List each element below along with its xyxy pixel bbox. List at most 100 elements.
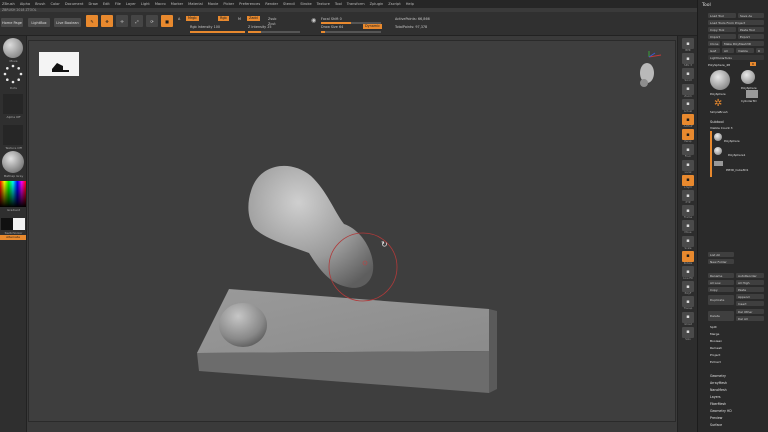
z-intensity-slider[interactable] bbox=[248, 31, 300, 33]
sphere-object[interactable] bbox=[219, 303, 267, 347]
menu-item-draw[interactable]: Draw bbox=[88, 2, 97, 6]
shelf-frame-button[interactable]: ▪ bbox=[682, 205, 694, 217]
shelf-xyz-button[interactable]: ▪ bbox=[682, 190, 694, 201]
r-tool-button[interactable]: R bbox=[750, 62, 757, 66]
rename-button[interactable]: Rename bbox=[708, 273, 734, 278]
section-fibermesh[interactable]: FiberMesh bbox=[710, 402, 726, 406]
visible-button[interactable]: Visible bbox=[736, 48, 754, 53]
secondary-color-swatch[interactable] bbox=[13, 218, 25, 230]
load-tools-project-button[interactable]: Load Tools From Project bbox=[708, 20, 764, 25]
draw-size-slider[interactable] bbox=[321, 31, 381, 33]
shelf-actual-button[interactable]: ▪ bbox=[682, 98, 694, 110]
menu-item-zplugin[interactable]: Zplugin bbox=[370, 2, 384, 6]
list-all-button[interactable]: List All bbox=[708, 252, 734, 257]
navigation-head-icon[interactable] bbox=[629, 51, 669, 91]
zadd-button[interactable]: Zadd bbox=[247, 16, 260, 21]
menu-item-zscript[interactable]: Zscript bbox=[388, 2, 400, 6]
alternate-button[interactable]: Alternate bbox=[0, 235, 26, 240]
shelf-polyf-button[interactable]: ▪ bbox=[682, 281, 694, 293]
menu-item-document[interactable]: Document bbox=[65, 2, 84, 6]
tool-thumb-cylinder[interactable] bbox=[746, 90, 758, 98]
load-tool-button[interactable]: Load Tool bbox=[708, 13, 736, 18]
m-button[interactable]: M bbox=[238, 17, 241, 21]
home-page-button[interactable]: Home Page bbox=[1, 18, 23, 27]
scale-button[interactable]: ⤢ bbox=[131, 15, 143, 27]
menu-item-stencil[interactable]: Stencil bbox=[283, 2, 295, 6]
menu-item-light[interactable]: Light bbox=[141, 2, 150, 6]
simplebrush-icon[interactable]: ✲ bbox=[714, 99, 726, 109]
duplicate-button[interactable]: Duplicate bbox=[708, 295, 734, 305]
delete-button[interactable]: Delete bbox=[708, 311, 734, 321]
shelf-solo-button[interactable]: ▪ bbox=[682, 326, 694, 338]
insert-button[interactable]: Insert bbox=[736, 301, 764, 306]
shelf-persp-button[interactable]: ▪ bbox=[682, 129, 694, 141]
menu-item-help[interactable]: Help bbox=[406, 2, 414, 6]
shelf-l-sym-button[interactable]: ▪ bbox=[682, 174, 694, 186]
subtool-2-label[interactable]: PolySphere1 bbox=[728, 153, 745, 157]
menu-item-zbrush[interactable]: ZBrush bbox=[2, 2, 15, 6]
split-button[interactable]: Split bbox=[710, 325, 717, 329]
color-picker[interactable] bbox=[0, 181, 26, 207]
material-thumbnail[interactable] bbox=[2, 151, 24, 173]
menu-item-transform[interactable]: Transform bbox=[347, 2, 365, 6]
import-button[interactable]: Import bbox=[708, 34, 736, 39]
project-button[interactable]: Project bbox=[710, 353, 720, 357]
new-folder-button[interactable]: New Folder bbox=[708, 259, 734, 264]
menu-item-material[interactable]: Material bbox=[188, 2, 203, 6]
shelf-move-button[interactable]: ▪ bbox=[682, 220, 694, 232]
zsub-button[interactable]: Zsub bbox=[268, 17, 276, 21]
tool-thumb-polysphere[interactable] bbox=[710, 70, 730, 90]
section-surface[interactable]: Surface bbox=[710, 423, 722, 427]
section-preview[interactable]: Preview bbox=[710, 416, 722, 420]
stroke-dots-icon[interactable] bbox=[2, 63, 24, 85]
section-nanomesh[interactable]: NanoMesh bbox=[710, 388, 727, 392]
section-geometry-hd[interactable]: Geometry HD bbox=[710, 409, 732, 413]
shelf-ghost-button[interactable]: ▪ bbox=[682, 311, 694, 323]
menu-item-picker[interactable]: Picker bbox=[223, 2, 234, 6]
shelf-spix-3-button[interactable]: ▪ bbox=[682, 53, 694, 65]
rotate-button[interactable]: ⟳ bbox=[146, 15, 158, 27]
make-polymesh-button[interactable]: Make PolyMesh3D bbox=[722, 41, 764, 46]
section-arraymesh[interactable]: ArrayMesh bbox=[710, 381, 727, 385]
all-high-button[interactable]: All High bbox=[736, 280, 764, 285]
menu-item-texture[interactable]: Texture bbox=[317, 2, 330, 6]
lightbox-tools-button[interactable]: Lightbox▸Tools bbox=[708, 55, 764, 60]
shelf-line-fill-button[interactable]: ▪ bbox=[682, 266, 694, 277]
material-swatch-button[interactable]: ■ bbox=[161, 15, 173, 27]
copy-button[interactable]: Copy bbox=[708, 287, 734, 292]
draw-button[interactable]: ✥ bbox=[101, 15, 113, 27]
rgb-button[interactable]: Rgb bbox=[218, 16, 229, 21]
save-as-button[interactable]: Save As bbox=[738, 13, 764, 18]
menu-item-movie[interactable]: Movie bbox=[208, 2, 219, 6]
shelf-zoom-button[interactable]: ▪ bbox=[682, 83, 694, 95]
copy-tool-button[interactable]: Copy Tool bbox=[708, 27, 736, 32]
subtool-2-thumb[interactable] bbox=[714, 147, 722, 155]
alpha-thumbnail[interactable] bbox=[3, 94, 23, 114]
canvas-viewport[interactable]: ↻ bbox=[28, 40, 676, 422]
live-boolean-button[interactable]: Live Boolean bbox=[54, 18, 81, 27]
move-button[interactable]: ✢ bbox=[116, 15, 128, 27]
brush-thumbnail[interactable] bbox=[3, 38, 23, 58]
menu-item-tool[interactable]: Tool bbox=[335, 2, 342, 6]
menu-item-edit[interactable]: Edit bbox=[103, 2, 110, 6]
menu-item-stroke[interactable]: Stroke bbox=[300, 2, 311, 6]
paste-button[interactable]: Paste bbox=[736, 287, 764, 292]
subtool-1-label[interactable]: PolySphere bbox=[724, 139, 740, 143]
all-low-button[interactable]: All Low bbox=[708, 280, 734, 285]
paste-tool-button[interactable]: Paste Tool bbox=[738, 27, 764, 32]
menu-item-alpha[interactable]: Alpha bbox=[20, 2, 30, 6]
dynamic-button[interactable]: Dynamic bbox=[363, 24, 382, 29]
boolean-button[interactable]: Boolean bbox=[710, 339, 722, 343]
finger-mesh[interactable] bbox=[248, 165, 374, 288]
shelf-transp-button[interactable]: ▪ bbox=[682, 296, 694, 308]
shelf-floor-button[interactable]: ▪ bbox=[682, 144, 694, 156]
subtool-1-thumb[interactable] bbox=[714, 133, 722, 141]
merge-button[interactable]: Merge bbox=[710, 332, 719, 336]
subtool-heading[interactable]: Subtool bbox=[710, 120, 724, 124]
goz-button[interactable]: GoZ bbox=[708, 48, 720, 53]
append-button[interactable]: Append bbox=[736, 294, 764, 299]
shelf-bpr-button[interactable]: ▪ bbox=[682, 38, 694, 49]
menu-item-macro[interactable]: Macro bbox=[155, 2, 166, 6]
r-button[interactable]: R bbox=[756, 48, 764, 53]
shelf-local-button[interactable]: ▪ bbox=[682, 159, 694, 171]
